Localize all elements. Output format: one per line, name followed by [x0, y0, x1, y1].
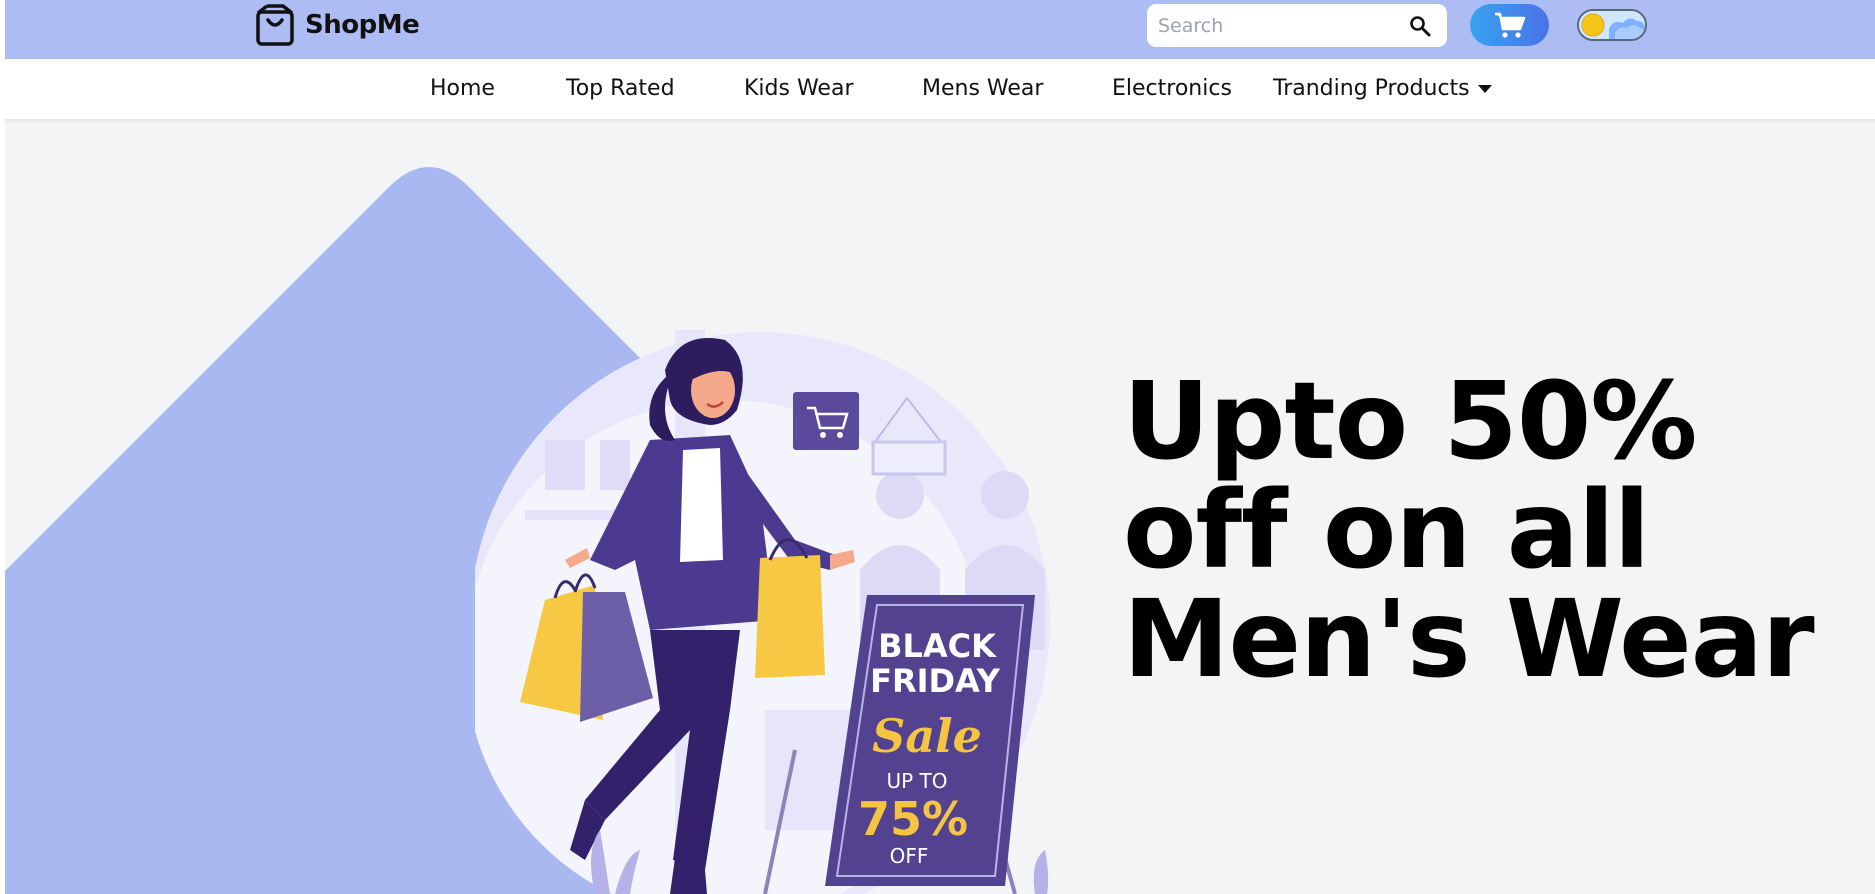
nav-item-home[interactable]: Home [430, 76, 495, 101]
shopping-bag-icon [256, 4, 294, 46]
nav-item-electronics[interactable]: Electronics [1112, 76, 1232, 101]
cart-card-icon [793, 392, 859, 450]
brand-logo[interactable]: ShopMe [255, 2, 420, 48]
search-icon[interactable] [1409, 15, 1431, 37]
top-bar: ShopMe [5, 0, 1875, 59]
cart-button[interactable] [1470, 4, 1549, 46]
cart-icon [1494, 12, 1525, 38]
svg-text:75%: 75% [858, 792, 968, 846]
hero-headline: Upto 50% off on all Men's Wear [1123, 360, 1815, 702]
theme-toggle[interactable] [1577, 9, 1647, 41]
nav-item-label: Tranding Products [1273, 76, 1470, 101]
page: ShopMe Home To [5, 0, 1875, 894]
nav-item-top-rated[interactable]: Top Rated [566, 76, 675, 101]
nav-item-mens-wear[interactable]: Mens Wear [922, 76, 1043, 101]
svg-text:FRIDAY: FRIDAY [870, 662, 1001, 700]
svg-text:OFF: OFF [890, 844, 929, 868]
caret-down-icon [1477, 85, 1492, 93]
search-input[interactable] [1147, 4, 1387, 47]
svg-text:BLACK: BLACK [878, 627, 997, 665]
nav-item-tranding-products[interactable]: Tranding Products [1273, 76, 1492, 101]
svg-text:UP TO: UP TO [886, 769, 947, 793]
main-nav: Home Top Rated Kids Wear Mens Wear Elect… [5, 59, 1875, 119]
sun-icon [1581, 13, 1605, 37]
nav-item-kids-wear[interactable]: Kids Wear [744, 76, 853, 101]
brand-name: ShopMe [305, 10, 420, 40]
shopping-woman-illustration: BLACK FRIDAY Sale UP TO 75% OFF [475, 330, 1050, 894]
search-box [1147, 4, 1447, 47]
svg-text:Sale: Sale [872, 709, 982, 763]
